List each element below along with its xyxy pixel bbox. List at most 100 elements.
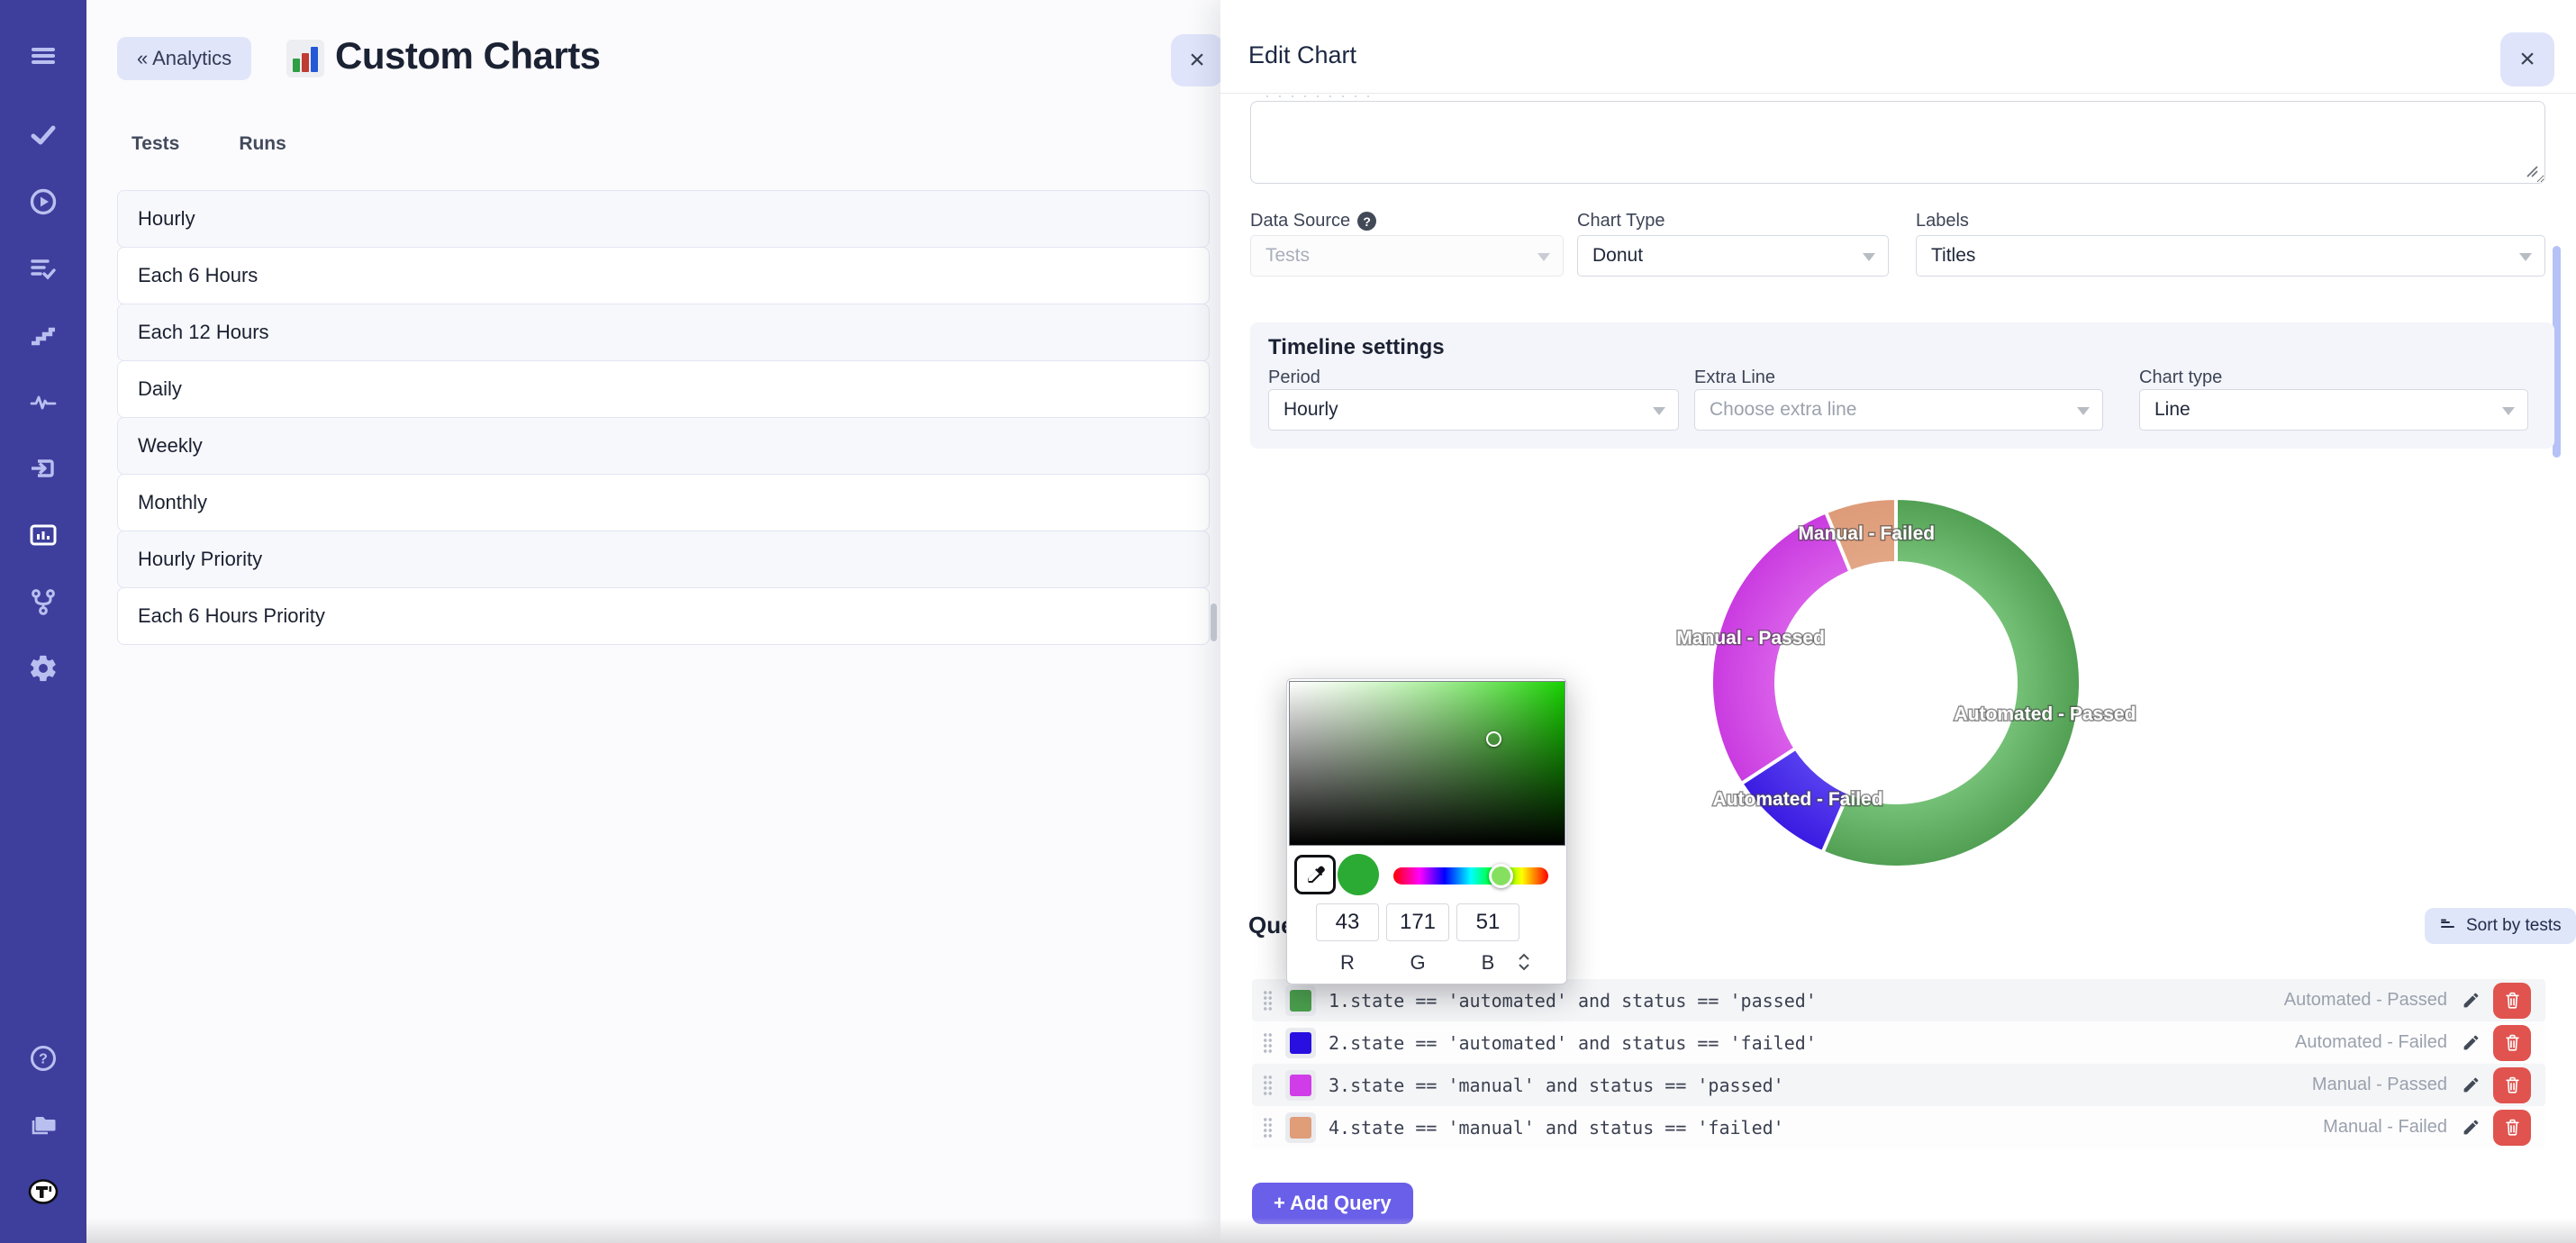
- help-icon[interactable]: ?: [1357, 212, 1376, 231]
- hue-slider-thumb[interactable]: [1489, 864, 1513, 888]
- chart-list-row[interactable]: Each 6 Hours Priority: [117, 587, 1210, 645]
- sidebar-item-logo-t[interactable]: [21, 1169, 66, 1214]
- sidebar-item-list-check[interactable]: [21, 246, 66, 291]
- donut-chart[interactable]: Automated - PassedAutomated - FailedManu…: [1581, 491, 2229, 880]
- sidebar-item-bar-chart[interactable]: [21, 513, 66, 558]
- query-row: 4.state == 'manual' and status == 'faile…: [1252, 1106, 2545, 1148]
- tabs: Tests Runs: [132, 133, 286, 155]
- query-color-swatch[interactable]: [1285, 1028, 1316, 1058]
- delete-query-button[interactable]: [2493, 983, 2531, 1019]
- query-color-swatch[interactable]: [1285, 1070, 1316, 1101]
- blue-bar: [311, 47, 318, 72]
- saturation-cursor[interactable]: [1486, 731, 1501, 747]
- eyedropper-icon: [1304, 864, 1326, 885]
- sidebar-item-steps[interactable]: [21, 313, 66, 358]
- green-label: G: [1386, 951, 1449, 975]
- timeline-chart-type-select[interactable]: Line: [2139, 389, 2528, 431]
- query-color-swatch[interactable]: [1285, 1112, 1316, 1143]
- chevron-down-icon: [2502, 407, 2515, 415]
- current-color-swatch: [1338, 854, 1379, 895]
- chart-list-row[interactable]: Each 12 Hours: [117, 304, 1210, 361]
- list-panel-close-button[interactable]: ×: [1171, 34, 1223, 86]
- chevron-down-icon: [2077, 407, 2090, 415]
- chart-list-row[interactable]: Each 6 Hours: [117, 247, 1210, 304]
- delete-query-button[interactable]: [2493, 1067, 2531, 1103]
- chart-list-row[interactable]: Weekly: [117, 417, 1210, 475]
- timeline-chart-type-label: Chart type: [2139, 367, 2222, 388]
- app-root: ? « Analytics Custom Charts × Tests Runs…: [0, 0, 2576, 1243]
- chart-name: Monthly: [138, 491, 207, 514]
- list-scrollbar-thumb[interactable]: [1211, 603, 1217, 641]
- sort-by-tests-button[interactable]: Sort by tests: [2425, 908, 2576, 944]
- query-status-label: Manual - Passed: [2312, 1075, 2447, 1095]
- edit-query-button[interactable]: [2462, 1075, 2481, 1094]
- green-input[interactable]: [1386, 903, 1449, 941]
- steps-icon: [28, 320, 59, 350]
- chart-list-row[interactable]: Daily: [117, 360, 1210, 418]
- edit-panel-close-button[interactable]: ×: [2500, 32, 2554, 86]
- chart-list-row[interactable]: Hourly Priority: [117, 531, 1210, 588]
- chart-list-row[interactable]: Hourly: [117, 190, 1210, 248]
- color-picker-popup: R G B: [1286, 678, 1567, 984]
- period-select[interactable]: Hourly: [1268, 389, 1679, 431]
- chart-name: Each 12 Hours: [138, 321, 269, 344]
- donut-slice-label: Automated - Passed: [1955, 703, 2136, 724]
- chevron-down-icon: [1653, 407, 1665, 415]
- timeline-settings-title: Timeline settings: [1268, 335, 1445, 360]
- sidebar: ?: [0, 0, 86, 1243]
- sidebar-item-import[interactable]: [21, 446, 66, 491]
- tab-runs[interactable]: Runs: [239, 133, 286, 155]
- saturation-area[interactable]: [1289, 681, 1565, 846]
- sidebar-item-gear[interactable]: [21, 646, 66, 691]
- sidebar-item-menu[interactable]: [21, 33, 66, 78]
- tab-tests[interactable]: Tests: [132, 133, 179, 155]
- extra-line-select[interactable]: Choose extra line: [1694, 389, 2103, 431]
- chevron-down-icon: [1863, 253, 1875, 261]
- sidebar-item-git-branch[interactable]: [21, 579, 66, 624]
- query-expression: 2.state == 'automated' and status == 'fa…: [1329, 1032, 1817, 1054]
- sidebar-item-help-circle[interactable]: ?: [21, 1036, 66, 1081]
- page-title: Custom Charts: [335, 34, 601, 77]
- query-expression: 3.state == 'manual' and status == 'passe…: [1329, 1075, 1784, 1096]
- labels-select[interactable]: Titles: [1916, 235, 2545, 277]
- delete-query-button[interactable]: [2493, 1110, 2531, 1146]
- query-status-label: Automated - Passed: [2284, 990, 2447, 1011]
- drag-handle-icon[interactable]: [1263, 1117, 1273, 1139]
- drag-handle-icon[interactable]: [1263, 990, 1273, 1012]
- drag-handle-icon[interactable]: [1263, 1075, 1273, 1096]
- analytics-back-button[interactable]: « Analytics: [117, 37, 251, 80]
- close-icon: ×: [2519, 44, 2535, 75]
- import-icon: [28, 453, 59, 484]
- blue-input[interactable]: [1456, 903, 1519, 941]
- eyedropper-button[interactable]: [1294, 855, 1336, 894]
- red-label: R: [1316, 951, 1379, 975]
- hue-slider[interactable]: [1393, 867, 1548, 885]
- sidebar-item-folders[interactable]: [21, 1102, 66, 1148]
- sidebar-item-pulse[interactable]: [21, 379, 66, 424]
- logo-t-icon: [28, 1176, 59, 1207]
- edit-query-button[interactable]: [2462, 1118, 2481, 1137]
- edit-query-button[interactable]: [2462, 1033, 2481, 1052]
- drag-handle-icon[interactable]: [1263, 1032, 1273, 1054]
- play-circle-icon: [28, 186, 59, 217]
- menu-icon: [28, 41, 59, 71]
- edit-query-button[interactable]: [2462, 991, 2481, 1010]
- chevron-down-icon: [2519, 253, 2532, 261]
- list-check-icon: [28, 253, 59, 284]
- query-row: 1.state == 'automated' and status == 'pa…: [1252, 979, 2545, 1021]
- sidebar-item-play-circle[interactable]: [21, 179, 66, 224]
- chart-type-select[interactable]: Donut: [1577, 235, 1889, 277]
- blue-label: B: [1456, 951, 1519, 975]
- red-input[interactable]: [1316, 903, 1379, 941]
- updown-spinner-icon[interactable]: [1518, 951, 1530, 973]
- data-source-select[interactable]: Tests: [1250, 235, 1564, 277]
- chart-list-row[interactable]: Monthly: [117, 474, 1210, 531]
- sidebar-item-check[interactable]: [21, 113, 66, 158]
- query-status-label: Automated - Failed: [2295, 1032, 2447, 1053]
- chart-textarea[interactable]: [1250, 101, 2545, 184]
- query-color-swatch[interactable]: [1285, 985, 1316, 1016]
- green-bar: [293, 59, 300, 72]
- delete-query-button[interactable]: [2493, 1025, 2531, 1061]
- query-row: 2.state == 'automated' and status == 'fa…: [1252, 1021, 2545, 1064]
- chart-list: HourlyEach 6 Hours Each 12 Hours DailyWeek…: [117, 191, 1210, 645]
